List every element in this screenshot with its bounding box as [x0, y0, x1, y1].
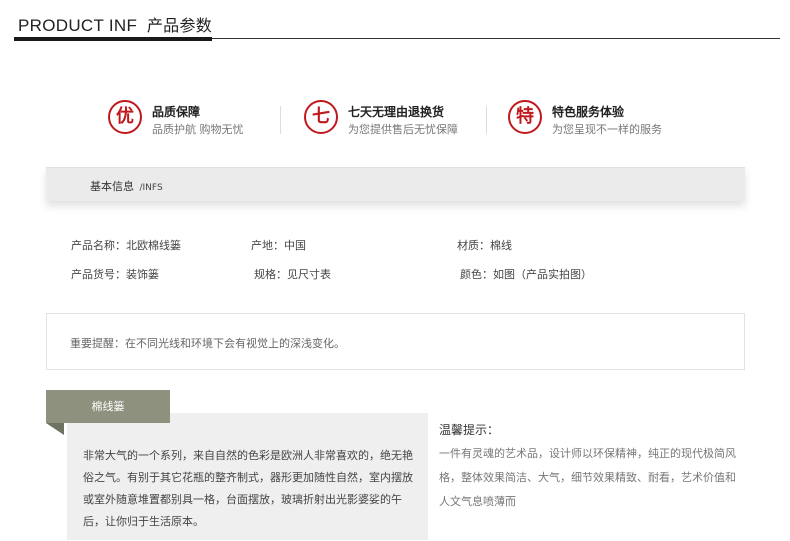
basic-info-label-cn: 基本信息 — [90, 180, 134, 193]
section-header: PRODUCT INF 产品参数 — [14, 6, 780, 41]
feature-subtitle: 品质护航 购物无忧 — [152, 123, 244, 136]
spec-product-code: 产品货号：装饰篓 — [71, 268, 159, 281]
feature-title: 特色服务体验 — [552, 105, 625, 119]
spec-color: 颜色：如图（产品实拍图） — [460, 268, 592, 281]
product-description-box: 非常大气的一个系列，来自自然的色彩是欧洲人非常喜欢的，绝无艳俗之气。有别于其它花… — [67, 413, 428, 540]
spec-origin: 产地：中国 — [251, 239, 306, 252]
basic-info-label-en: /INFS — [139, 183, 163, 193]
product-tab-label: 棉线篓 — [46, 390, 170, 423]
spec-size: 规格：见尺寸表 — [254, 268, 331, 281]
feature-title: 七天无理由退换货 — [348, 105, 445, 119]
section-title-en: PRODUCT INF — [18, 16, 138, 35]
special-service-icon: 特 — [508, 100, 542, 134]
section-title: PRODUCT INF 产品参数 — [18, 12, 212, 36]
product-description: 非常大气的一个系列，来自自然的色彩是欧洲人非常喜欢的，绝无艳俗之气。有别于其它花… — [83, 449, 413, 528]
spec-material: 材质：棉线 — [457, 239, 512, 252]
notice-box: 重要提醒：在不同光线和环境下会有视觉上的深浅变化。 — [46, 313, 745, 370]
seven-day-return-icon: 七 — [304, 100, 338, 134]
section-title-cn: 产品参数 — [146, 16, 213, 35]
tab-fold-corner — [46, 423, 64, 435]
feature-subtitle: 为您呈现不一样的服务 — [552, 123, 662, 136]
quality-badge-icon: 优 — [108, 100, 142, 134]
notice-text: 重要提醒：在不同光线和环境下会有视觉上的深浅变化。 — [70, 337, 345, 350]
tips-text: 一件有灵魂的艺术品，设计师以环保精神，纯正的现代极简风格，整体效果简洁、大气，细… — [439, 447, 736, 508]
feature-subtitle: 为您提供售后无忧保障 — [348, 123, 458, 136]
header-accent-bar — [14, 37, 212, 41]
basic-info-bar: 基本信息 /INFS — [46, 167, 745, 201]
feature-divider — [280, 106, 281, 134]
basic-info-label: 基本信息 /INFS — [90, 178, 163, 194]
feature-title: 品质保障 — [152, 105, 201, 119]
feature-divider — [486, 106, 487, 134]
tips-title: 温馨提示： — [439, 423, 500, 437]
spec-product-name: 产品名称：北欧棉线篓 — [71, 239, 181, 252]
